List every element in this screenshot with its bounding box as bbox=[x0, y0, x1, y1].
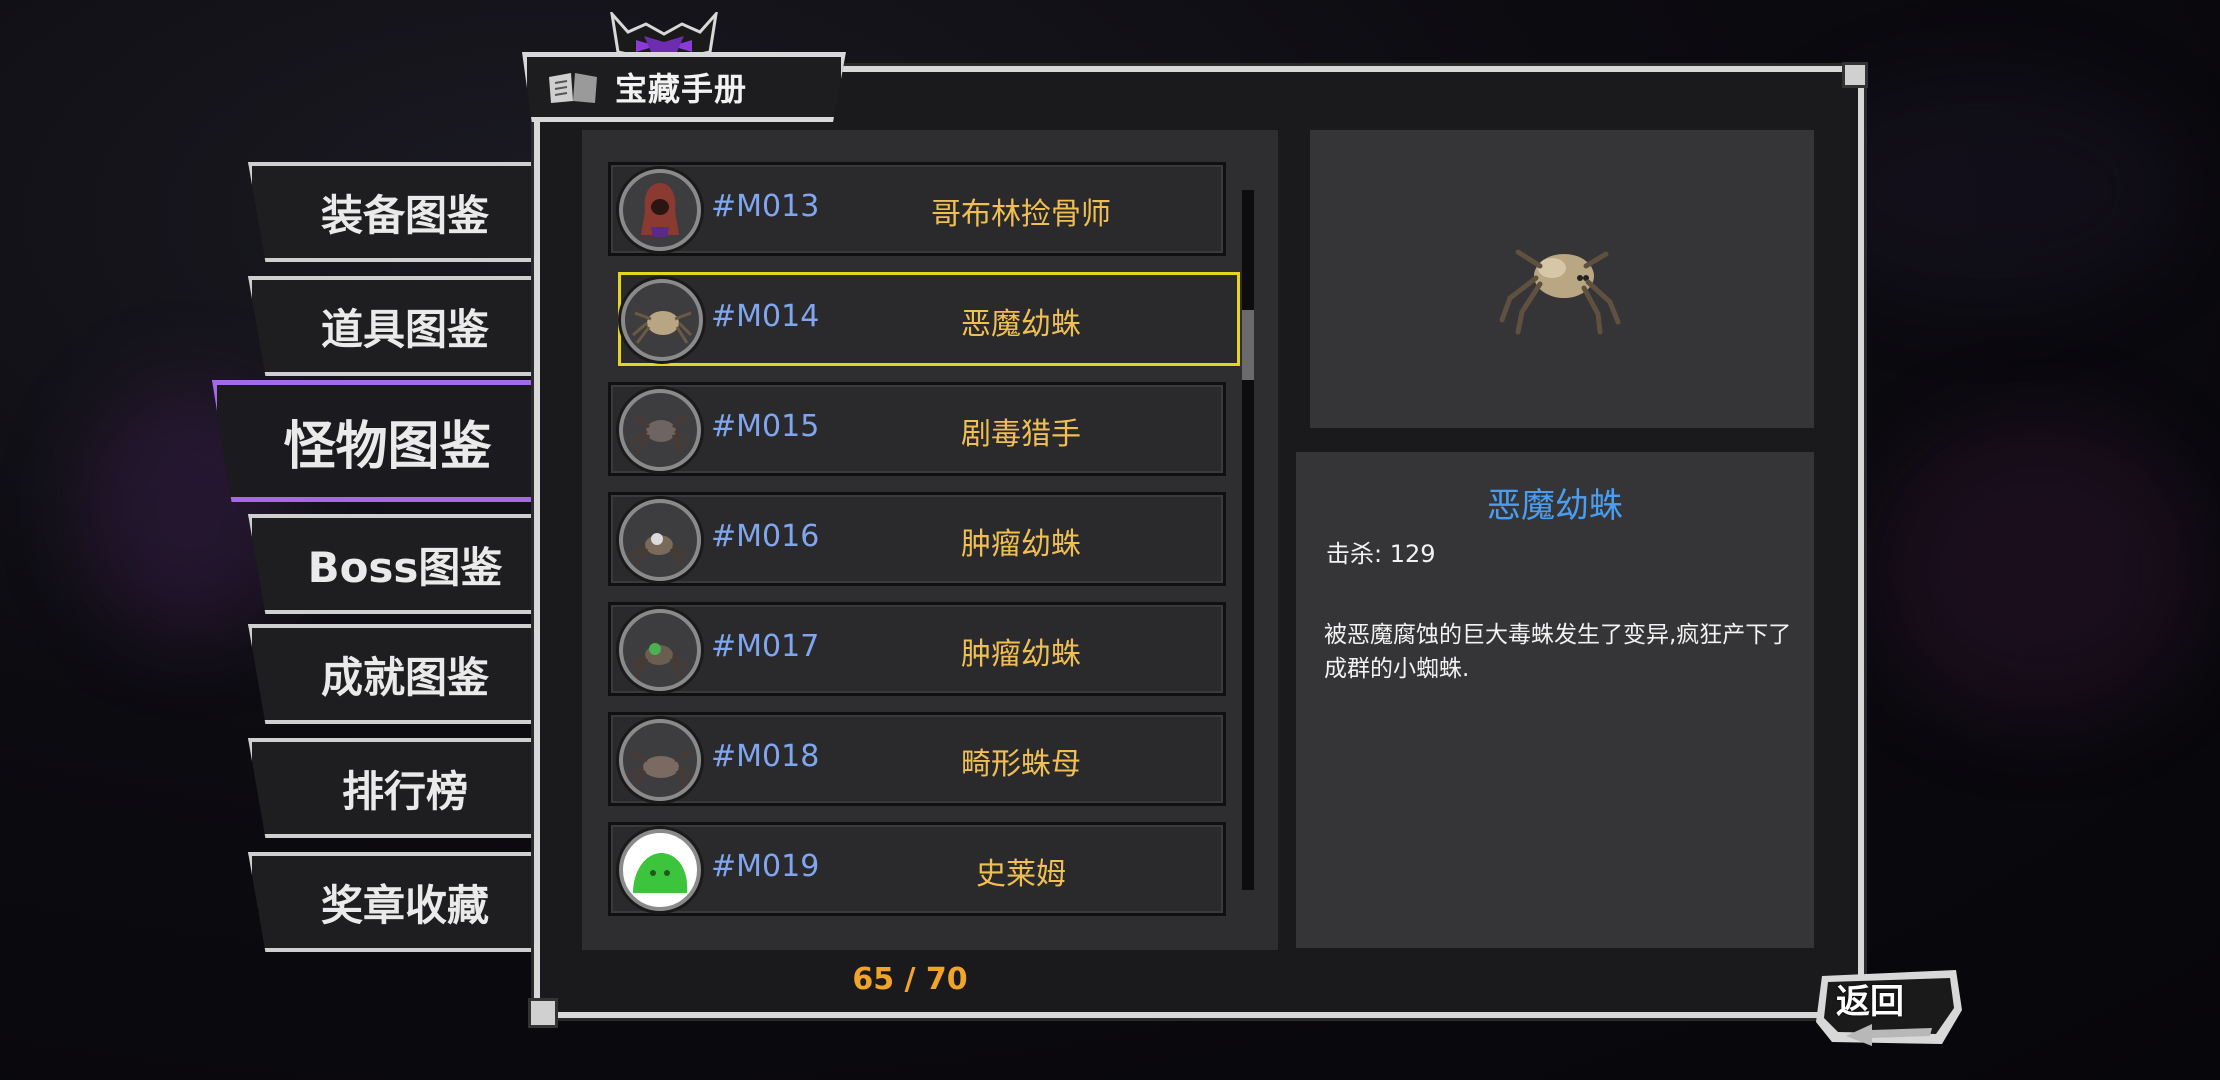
monster-id: #M018 bbox=[711, 739, 820, 774]
menu-monster-codex[interactable]: 怪物图鉴 bbox=[212, 380, 538, 502]
monster-name: 史莱姆 bbox=[976, 857, 1066, 892]
list-scrollbar-thumb[interactable] bbox=[1242, 310, 1254, 380]
page-title: 宝藏手册 bbox=[615, 70, 748, 108]
back-label: 返回 bbox=[1836, 982, 1904, 1022]
monster-id: #M019 bbox=[711, 849, 820, 884]
menu-medal-collection[interactable]: 奖章收藏 bbox=[248, 852, 538, 952]
monster-id: #M017 bbox=[711, 629, 820, 664]
monster-id: #M014 bbox=[711, 299, 820, 334]
menu-item-codex[interactable]: 道具图鉴 bbox=[248, 276, 538, 376]
monster-row[interactable]: #M016 肿瘤幼蛛 bbox=[608, 492, 1226, 586]
menu-label: 成就图鉴 bbox=[320, 652, 489, 702]
monster-id: #M015 bbox=[711, 409, 820, 444]
monster-row[interactable]: #M017 肿瘤幼蛛 bbox=[608, 602, 1226, 696]
deformed-spider-mother-icon bbox=[619, 719, 701, 801]
background-glow bbox=[1880, 420, 2200, 720]
panel-corner-rivet bbox=[1842, 62, 1868, 88]
monster-name: 哥布林捡骨师 bbox=[931, 197, 1111, 232]
monster-name: 畸形蛛母 bbox=[961, 747, 1081, 782]
menu-boss-codex[interactable]: Boss图鉴 bbox=[248, 514, 538, 614]
demon-spiderling-sprite-icon bbox=[1499, 249, 1621, 335]
collection-counter: 65 / 70 bbox=[852, 962, 968, 997]
monster-row-selected[interactable]: #M014 恶魔幼蛛 bbox=[618, 272, 1240, 366]
detail-monster-name: 恶魔幼蛛 bbox=[1487, 486, 1623, 526]
green-slime-icon bbox=[619, 829, 701, 911]
monster-name: 恶魔幼蛛 bbox=[961, 307, 1081, 342]
list-scrollbar[interactable] bbox=[1242, 190, 1254, 890]
menu-label: 奖章收藏 bbox=[320, 880, 489, 930]
menu-label: 排行榜 bbox=[341, 766, 468, 816]
monster-preview bbox=[1310, 130, 1814, 428]
monster-row[interactable]: #M013 哥布林捡骨师 bbox=[608, 162, 1226, 256]
monster-name: 肿瘤幼蛛 bbox=[961, 527, 1081, 562]
menu-equipment-codex[interactable]: 装备图鉴 bbox=[248, 162, 538, 262]
menu-label: 道具图鉴 bbox=[320, 304, 489, 354]
monster-name: 肿瘤幼蛛 bbox=[961, 637, 1081, 672]
monster-row[interactable]: #M015 剧毒猎手 bbox=[608, 382, 1226, 476]
demon-spiderling-icon bbox=[621, 279, 703, 361]
venom-hunter-spider-icon bbox=[619, 389, 701, 471]
menu-achievement-codex[interactable]: 成就图鉴 bbox=[248, 624, 538, 724]
title-tab: 宝藏手册 bbox=[522, 52, 846, 122]
monster-id: #M016 bbox=[711, 519, 820, 554]
detail-description: 被恶魔腐蚀的巨大毒蛛发生了变异,疯狂产下了成群的小蜘蛛. bbox=[1324, 622, 1792, 682]
tumor-spiderling-icon bbox=[619, 499, 701, 581]
menu-label: 装备图鉴 bbox=[320, 190, 489, 240]
hooded-goblin-icon bbox=[619, 169, 701, 251]
menu-label: 怪物图鉴 bbox=[283, 416, 492, 477]
book-icon bbox=[549, 73, 597, 103]
menu-leaderboard[interactable]: 排行榜 bbox=[248, 738, 538, 838]
monster-id: #M013 bbox=[711, 189, 820, 224]
monster-row[interactable]: #M019 史莱姆 bbox=[608, 822, 1226, 916]
menu-label: Boss图鉴 bbox=[307, 542, 503, 592]
panel-corner-rivet bbox=[528, 998, 558, 1028]
monster-name: 剧毒猎手 bbox=[961, 417, 1081, 452]
green-tumor-spiderling-icon bbox=[619, 609, 701, 691]
detail-kill-count: 击杀: 129 bbox=[1326, 540, 1436, 568]
monster-row[interactable]: #M018 畸形蛛母 bbox=[608, 712, 1226, 806]
